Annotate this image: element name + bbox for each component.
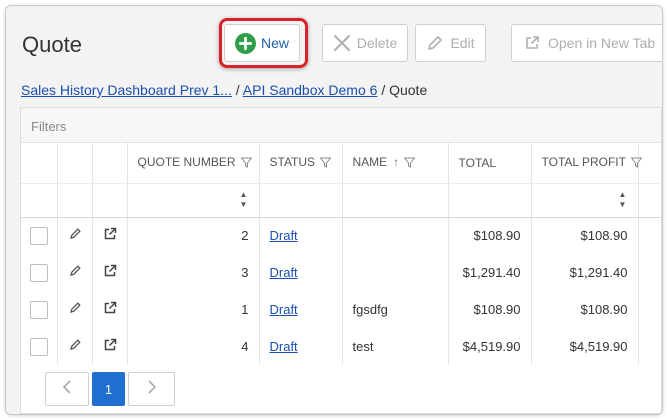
breadcrumb-link-api-sandbox[interactable]: API Sandbox Demo 6 bbox=[243, 82, 378, 98]
select-column-header bbox=[21, 143, 58, 184]
chevron-left-icon bbox=[62, 379, 72, 399]
table-row[interactable]: 1 Draft fgsdfg $108.90 $108.90 bbox=[21, 291, 662, 328]
external-link-icon[interactable] bbox=[103, 301, 117, 318]
column-header-total[interactable]: TOTAL bbox=[448, 143, 532, 184]
stepper-arrows-icon[interactable]: ▲ ▼ bbox=[239, 190, 249, 210]
edit-column-header bbox=[57, 143, 93, 184]
sort-ascending-icon[interactable]: ↑ bbox=[393, 155, 399, 169]
row-checkbox[interactable] bbox=[29, 300, 48, 319]
open-column-header bbox=[92, 143, 128, 184]
quote-number-cell: 2 bbox=[127, 217, 260, 254]
column-header-name[interactable]: NAME ↑ bbox=[342, 143, 449, 184]
table-header-row: QUOTE NUMBER STATUS NAME ↑ TOTAL TOTAL PR… bbox=[21, 143, 662, 184]
filters-label: Filters bbox=[31, 119, 67, 134]
new-button[interactable]: New bbox=[224, 24, 300, 62]
delete-button[interactable]: Delete bbox=[322, 24, 408, 62]
external-link-icon[interactable] bbox=[103, 264, 117, 281]
pencil-icon[interactable] bbox=[69, 302, 81, 317]
pencil-icon[interactable] bbox=[69, 228, 81, 243]
external-link-icon[interactable] bbox=[103, 228, 117, 244]
plus-circle-icon bbox=[234, 32, 256, 54]
filter-icon[interactable] bbox=[630, 157, 643, 171]
page-title: Quote bbox=[22, 32, 82, 57]
status-link[interactable]: Draft bbox=[270, 339, 298, 354]
breadcrumb: Sales History Dashboard Prev 1... / API … bbox=[21, 82, 427, 98]
column-header-total-profit[interactable]: TOTAL PROFIT bbox=[531, 143, 643, 184]
total-profit-filter-stepper[interactable]: ▲ ▼ bbox=[531, 183, 639, 218]
filter-icon[interactable] bbox=[319, 157, 332, 171]
name-cell: fgsdfg bbox=[342, 291, 449, 328]
quote-number-cell: 1 bbox=[127, 291, 260, 328]
edit-button-label: Edit bbox=[450, 35, 475, 51]
close-icon bbox=[333, 34, 351, 52]
name-cell: test bbox=[342, 328, 449, 365]
quote-number-cell: 3 bbox=[127, 254, 260, 291]
total-profit-cell: $108.90 bbox=[531, 217, 639, 254]
filters-bar[interactable]: Filters bbox=[21, 108, 661, 143]
page-button-current[interactable]: 1 bbox=[92, 372, 125, 406]
table-row[interactable]: 4 Draft test $4,519.90 $4,519.90 bbox=[21, 328, 662, 365]
open-in-new-tab-button[interactable]: Open in New Tab bbox=[511, 24, 662, 62]
pencil-icon[interactable] bbox=[69, 265, 81, 280]
app-window: Quote New Delete Edit Open in New Tab Sa… bbox=[6, 6, 662, 414]
status-link[interactable]: Draft bbox=[270, 228, 298, 243]
filter-icon[interactable] bbox=[239, 157, 253, 171]
quote-number-cell: 4 bbox=[127, 328, 260, 365]
filter-input-row: ▲ ▼ ▲ ▼ bbox=[21, 183, 662, 218]
name-cell bbox=[342, 217, 449, 254]
external-link-icon bbox=[524, 35, 540, 51]
row-checkbox[interactable] bbox=[29, 337, 48, 356]
new-button-label: New bbox=[260, 35, 289, 51]
breadcrumb-link-sales-history[interactable]: Sales History Dashboard Prev 1... bbox=[21, 82, 232, 98]
breadcrumb-separator: / bbox=[235, 82, 240, 98]
total-profit-cell: $4,519.90 bbox=[531, 328, 639, 365]
table-row[interactable]: 3 Draft $1,291.40 $1,291.40 bbox=[21, 254, 662, 291]
pagination: 1 bbox=[45, 372, 175, 406]
total-profit-cell: $108.90 bbox=[531, 291, 639, 328]
total-profit-cell: $1,291.40 bbox=[531, 254, 639, 291]
total-cell: $108.90 bbox=[448, 291, 532, 328]
table-row[interactable]: 2 Draft $108.90 $108.90 bbox=[21, 217, 662, 254]
delete-button-label: Delete bbox=[356, 35, 398, 51]
external-link-icon[interactable] bbox=[103, 338, 117, 355]
status-link[interactable]: Draft bbox=[270, 265, 298, 280]
pencil-icon[interactable] bbox=[69, 339, 81, 354]
breadcrumb-current: Quote bbox=[389, 82, 428, 98]
row-checkbox[interactable] bbox=[29, 226, 48, 245]
filter-icon[interactable] bbox=[403, 157, 416, 171]
total-cell: $4,519.90 bbox=[448, 328, 532, 365]
open-in-new-tab-label: Open in New Tab bbox=[548, 35, 656, 51]
stepper-arrows-icon[interactable]: ▲ ▼ bbox=[618, 190, 628, 210]
quote-table: QUOTE NUMBER STATUS NAME ↑ TOTAL TOTAL PR… bbox=[21, 143, 662, 365]
total-cell: $108.90 bbox=[448, 217, 532, 254]
status-link[interactable]: Draft bbox=[270, 302, 298, 317]
chevron-right-icon bbox=[147, 379, 157, 399]
column-header-status[interactable]: STATUS bbox=[259, 143, 343, 184]
breadcrumb-separator: / bbox=[381, 82, 386, 98]
grid-panel: Filters QUOTE NUMBER STATUS NAME ↑ TOTAL … bbox=[20, 107, 662, 414]
name-cell bbox=[342, 254, 449, 291]
next-page-button[interactable] bbox=[128, 372, 175, 406]
pencil-icon bbox=[426, 34, 444, 52]
total-cell: $1,291.40 bbox=[448, 254, 532, 291]
column-header-quote-number[interactable]: QUOTE NUMBER bbox=[127, 143, 260, 184]
edit-button[interactable]: Edit bbox=[415, 24, 486, 62]
prev-page-button[interactable] bbox=[45, 372, 89, 406]
quote-number-filter-stepper[interactable]: ▲ ▼ bbox=[127, 183, 260, 218]
row-checkbox[interactable] bbox=[29, 263, 48, 282]
